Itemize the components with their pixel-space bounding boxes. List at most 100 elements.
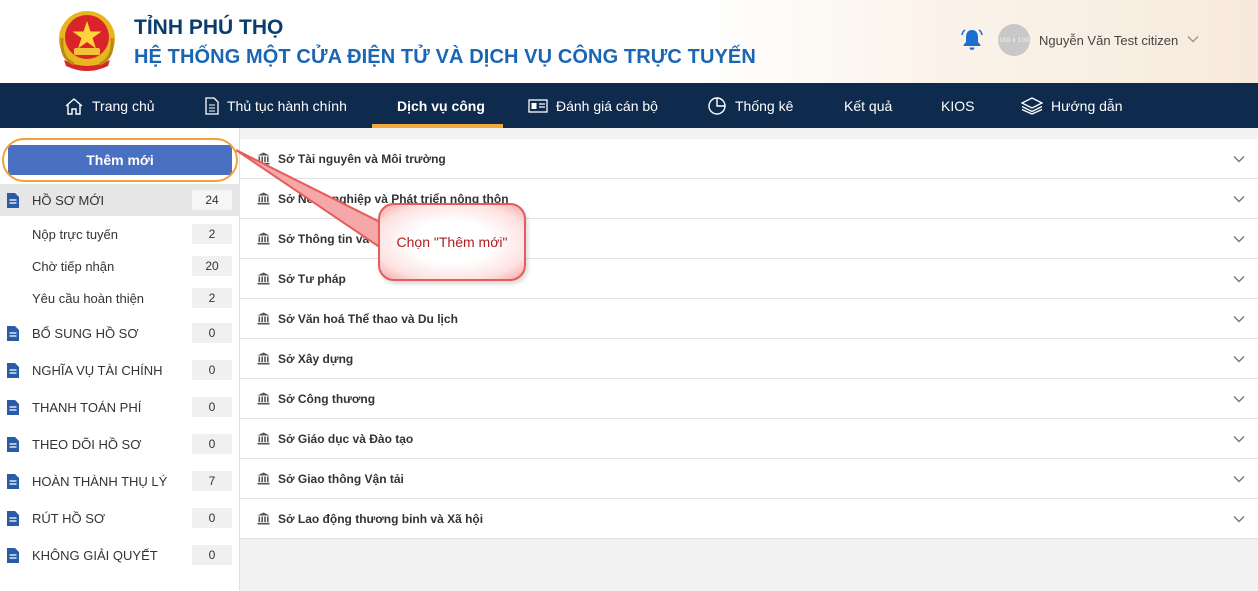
sidebar-group-label: THANH TOÁN PHÍ	[32, 399, 142, 415]
document-icon	[205, 96, 219, 115]
chevron-down-icon[interactable]	[1233, 394, 1245, 404]
bank-icon	[257, 512, 270, 525]
header: TỈNH PHÚ THỌ HỆ THỐNG MỘT CỬA ĐIỆN TỬ VÀ…	[0, 0, 1258, 83]
nav-item-statistics[interactable]: Thống kê	[707, 83, 793, 128]
count-badge: 0	[192, 397, 232, 417]
count-badge: 2	[192, 224, 232, 244]
nav-label: Đánh giá cán bộ	[556, 97, 658, 114]
sidebar-group-completed[interactable]: HOÀN THÀNH THỤ LÝ 7	[0, 465, 240, 497]
sidebar-item-label: Yêu cầu hoàn thiện	[32, 290, 145, 306]
document-icon	[7, 325, 19, 341]
callout-text: Chọn "Thêm mới"	[396, 234, 508, 250]
department-label: Sở Tài nguyên và Môi trường	[278, 151, 446, 166]
count-badge: 0	[192, 323, 232, 343]
pie-chart-icon	[708, 96, 726, 115]
count-badge: 20	[192, 256, 232, 276]
sidebar-item-awaiting-reception[interactable]: Chờ tiếp nhận 20	[0, 256, 240, 276]
sidebar-group-fee-payment[interactable]: THANH TOÁN PHÍ 0	[0, 391, 240, 423]
department-row[interactable]: Sở Giao thông Vận tải	[240, 459, 1258, 499]
nav-label: Dịch vụ công	[397, 97, 485, 114]
username-label[interactable]: Nguyễn Văn Test citizen	[1039, 33, 1178, 48]
count-badge: 2	[192, 288, 232, 308]
document-icon	[7, 473, 19, 489]
chevron-down-icon[interactable]	[1233, 274, 1245, 284]
chevron-down-icon[interactable]	[1233, 234, 1245, 244]
bank-icon	[257, 312, 270, 325]
bank-icon	[257, 352, 270, 365]
count-badge: 0	[192, 545, 232, 565]
chevron-down-icon[interactable]	[1233, 434, 1245, 444]
department-label: Sở Văn hoá Thể thao và Du lịch	[278, 311, 458, 326]
sidebar-group-financial-obligation[interactable]: NGHĨA VỤ TÀI CHÍNH 0	[0, 354, 240, 386]
sidebar-item-label: Nộp trực tuyến	[32, 226, 119, 242]
department-label: Sở Lao động thương binh và Xã hội	[278, 511, 484, 526]
nav-label: KIOS	[941, 97, 975, 114]
system-title: HỆ THỐNG MỘT CỬA ĐIỆN TỬ VÀ DỊCH VỤ CÔNG…	[134, 46, 756, 68]
department-row[interactable]: Sở Văn hoá Thể thao và Du lịch	[240, 299, 1258, 339]
layers-icon	[1021, 96, 1043, 115]
chevron-down-icon[interactable]	[1233, 314, 1245, 324]
sidebar-group-supplement[interactable]: BỔ SUNG HỒ SƠ 0	[0, 317, 240, 349]
nav-label: Kết quả	[844, 97, 893, 114]
sidebar-group-track-records[interactable]: THEO DÕI HỒ SƠ 0	[0, 428, 240, 460]
nav-label: Trang chủ	[92, 97, 155, 114]
department-label: Sở Giáo dục và Đào tạo	[278, 431, 414, 446]
chevron-down-icon[interactable]	[1233, 474, 1245, 484]
bank-icon	[257, 432, 270, 445]
nav-item-guide[interactable]: Hướng dẫn	[1021, 83, 1122, 128]
sidebar-item-completion-request[interactable]: Yêu cầu hoàn thiện 2	[0, 288, 240, 308]
nav-item-kios[interactable]: KIOS	[941, 83, 974, 128]
department-row[interactable]: Sở Tài nguyên và Môi trường	[240, 139, 1258, 179]
chevron-down-icon[interactable]	[1187, 33, 1199, 45]
main-nav: Trang chủ Thủ tục hành chính Dịch vụ côn…	[0, 83, 1258, 128]
count-badge: 0	[192, 508, 232, 528]
department-row[interactable]: Sở Xây dựng	[240, 339, 1258, 379]
notification-bell-icon[interactable]	[960, 28, 984, 52]
document-icon	[7, 192, 19, 208]
bank-icon	[257, 232, 270, 245]
department-label: Sở Tư pháp	[278, 271, 346, 286]
user-avatar[interactable]: 100 x 100	[998, 24, 1030, 56]
chevron-down-icon[interactable]	[1233, 354, 1245, 364]
count-badge: 24	[192, 190, 232, 210]
document-icon	[7, 547, 19, 563]
count-badge: 7	[192, 471, 232, 491]
sidebar-group-label: THEO DÕI HỒ SƠ	[32, 436, 142, 452]
department-row[interactable]: Sở Giáo dục và Đào tạo	[240, 419, 1258, 459]
count-badge: 0	[192, 360, 232, 380]
province-title: TỈNH PHÚ THỌ	[134, 16, 284, 39]
sidebar-item-label: Chờ tiếp nhận	[32, 258, 115, 274]
document-icon	[7, 436, 19, 452]
active-tab-indicator	[372, 124, 503, 128]
chevron-down-icon[interactable]	[1233, 514, 1245, 524]
nav-item-public-services[interactable]: Dịch vụ công	[397, 83, 485, 128]
department-label: Sở Xây dựng	[278, 351, 354, 366]
nav-item-home[interactable]: Trang chủ	[64, 83, 155, 128]
count-badge: 0	[192, 434, 232, 454]
sidebar-group-not-resolved[interactable]: KHÔNG GIẢI QUYẾT 0	[0, 539, 240, 571]
chevron-down-icon[interactable]	[1233, 154, 1245, 164]
sidebar-group-label: HOÀN THÀNH THỤ LÝ	[32, 473, 168, 489]
department-row[interactable]: Sở Lao động thương binh và Xã hội	[240, 499, 1258, 539]
bank-icon	[257, 392, 270, 405]
nav-item-staff-evaluation[interactable]: Đánh giá cán bộ	[528, 83, 658, 128]
sidebar-group-withdrawn[interactable]: RÚT HỒ SƠ 0	[0, 502, 240, 534]
instruction-callout: Chọn "Thêm mới"	[378, 203, 526, 281]
nav-item-procedures[interactable]: Thủ tục hành chính	[205, 83, 347, 128]
nav-label: Thủ tục hành chính	[227, 97, 347, 114]
sidebar-item-online-submission[interactable]: Nộp trực tuyến 2	[0, 224, 240, 244]
sidebar-group-label: NGHĨA VỤ TÀI CHÍNH	[32, 362, 163, 378]
add-button-highlight	[2, 138, 238, 182]
bank-icon	[257, 152, 270, 165]
sidebar-group-label: KHÔNG GIẢI QUYẾT	[32, 547, 158, 563]
department-row[interactable]: Sở Công thương	[240, 379, 1258, 419]
sidebar-group-label: RÚT HỒ SƠ	[32, 510, 106, 526]
sidebar-group-label: BỔ SUNG HỒ SƠ	[32, 325, 139, 341]
sidebar-group-new-records[interactable]: HỒ SƠ MỚI 24	[0, 184, 240, 216]
document-icon	[7, 510, 19, 526]
nav-label: Hướng dẫn	[1051, 97, 1123, 114]
national-emblem-icon	[59, 11, 115, 71]
bank-icon	[257, 472, 270, 485]
chevron-down-icon[interactable]	[1233, 194, 1245, 204]
nav-item-results[interactable]: Kết quả	[844, 83, 892, 128]
